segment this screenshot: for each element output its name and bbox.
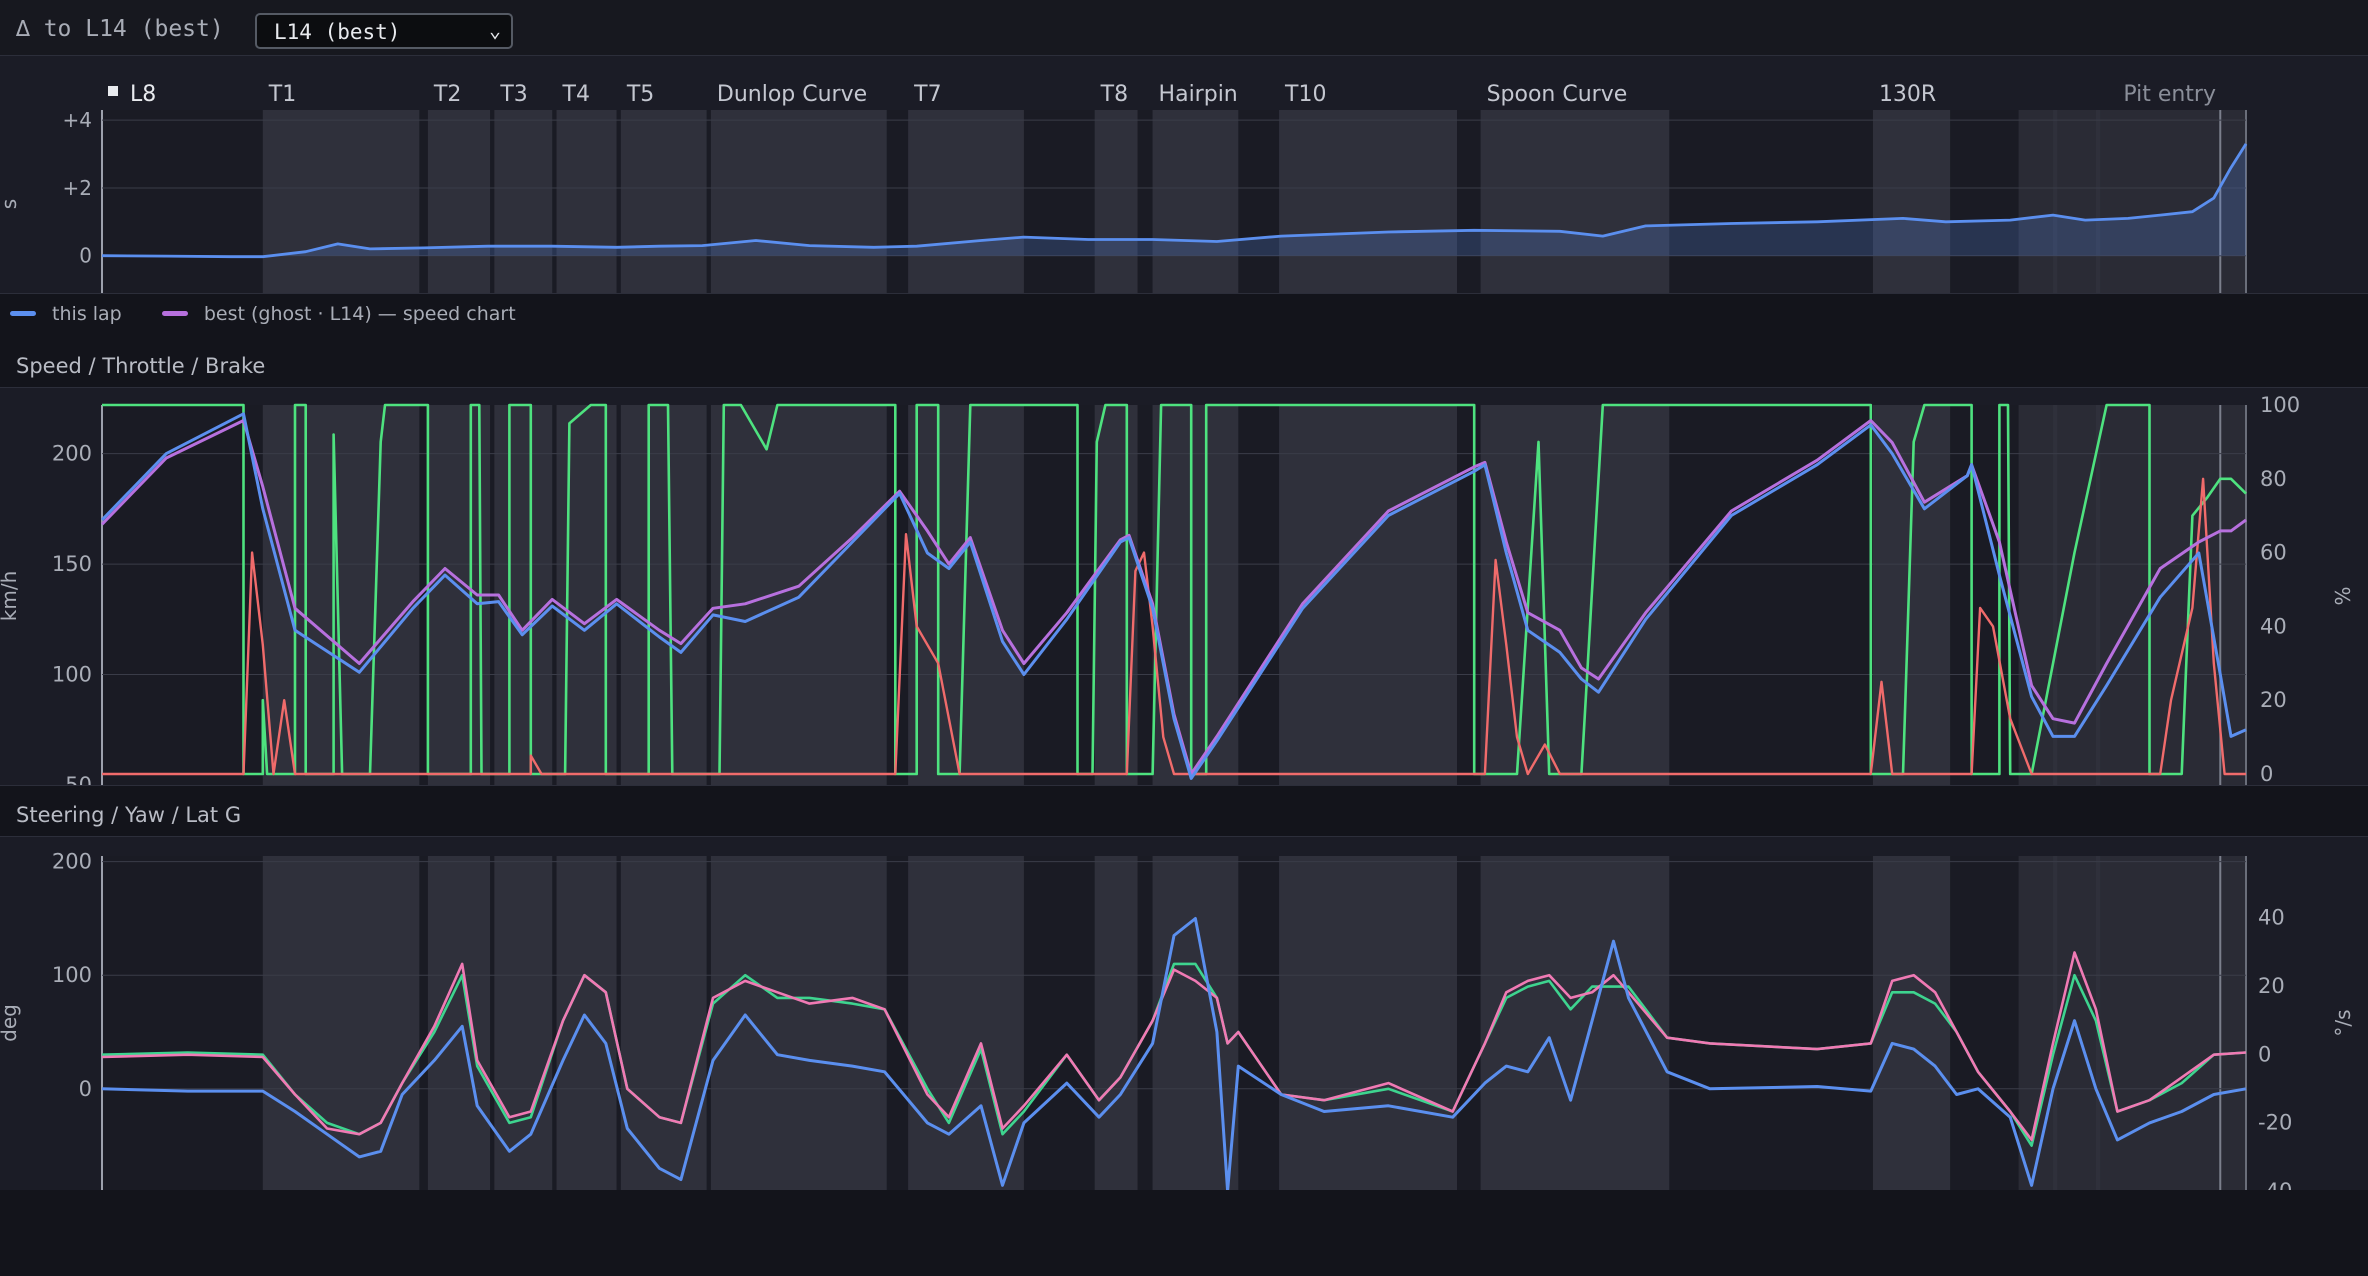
- pit-shade-1: [2057, 405, 2096, 785]
- sector-label-0: T1: [268, 82, 296, 107]
- sector-label-8: Hairpin: [1159, 82, 1238, 107]
- lap-marker: L8: [130, 82, 156, 107]
- legend-label-best: best (ghost · L14) — speed chart: [203, 302, 516, 325]
- delta-ylabel: s: [0, 199, 21, 209]
- sector-shade-5: [710, 856, 887, 1191]
- sector-shade-2: [494, 405, 553, 785]
- speed-ytick-right-0: 100: [2260, 393, 2300, 417]
- sector-shade-10: [1480, 405, 1670, 785]
- footer-area: [0, 1190, 2368, 1276]
- sector-shade-6: [908, 856, 1024, 1191]
- sector-shade-11: [1872, 110, 1951, 293]
- speed-chart[interactable]: 20015010050100806040200km/h%: [0, 388, 2368, 785]
- sector-shade-3: [556, 110, 617, 293]
- steer-ytick-right-1: 20: [2258, 974, 2285, 998]
- steer-ytick-right-3: -20: [2258, 1111, 2292, 1135]
- sector-label-6: T7: [913, 82, 941, 107]
- pit-shade-2: [2100, 856, 2246, 1191]
- sector-shade-10: [1480, 110, 1670, 293]
- sector-shade-11: [1872, 856, 1951, 1191]
- sector-shade-3: [556, 856, 617, 1191]
- toolbar: ∆ to L14 (best) L14 (best) ⌄: [0, 0, 2368, 55]
- speed-ytick-3: 50: [65, 773, 92, 785]
- sector-label-3: T4: [562, 82, 590, 107]
- speed-ytick-right-4: 20: [2260, 688, 2287, 712]
- speed-ytick-right-2: 60: [2260, 541, 2287, 565]
- steer-ytick-0: 200: [52, 850, 92, 874]
- steer-ytick-2: 0: [79, 1077, 92, 1101]
- lap-flag-icon: [108, 86, 118, 96]
- sector-shade-8: [1152, 110, 1239, 293]
- legend-swatch-this-lap: [10, 311, 36, 316]
- steer-chart[interactable]: 200100040200-20-40deg °/s: [0, 837, 2368, 1191]
- speed-ytick-right-1: 80: [2260, 467, 2287, 491]
- steer-ylabel: deg: [0, 1004, 21, 1042]
- sector-shade-2: [494, 110, 553, 293]
- pit-shade-2: [2100, 405, 2246, 785]
- legend-swatch-best: [161, 311, 188, 316]
- sector-shade-0: [262, 856, 420, 1191]
- legend: this lap best (ghost · L14) — speed char…: [10, 302, 516, 330]
- speed-chart-title: Speed / Throttle / Brake: [16, 354, 266, 378]
- delta-chart[interactable]: +4 +2 0 s T1 T2 T3 T4 T5 Dunlop Curve T7 T8 Hairpin T…: [0, 56, 2368, 293]
- sector-label-10: Spoon Curve: [1487, 82, 1628, 107]
- delta-panel: +4 +2 0 s T1 T2 T3 T4 T5 Dunlop Curve T7 T8 Hairpin T…: [0, 55, 2368, 294]
- steer-ytick-1: 100: [52, 963, 92, 987]
- sector-shade-7: [1094, 110, 1138, 293]
- speed-panel: 200 150 100 50 100 80 60 40 20 0 km/h%: [0, 387, 2368, 786]
- steer-panel: 200 100 0 40 20 0 -20 -40 deg °/s: [0, 836, 2368, 1192]
- sector-label-4: T5: [626, 82, 654, 107]
- sector-label-12: Pit entry: [2123, 82, 2216, 107]
- sector-shade-0: [262, 110, 420, 293]
- steer-ytick-right-2: 0: [2258, 1042, 2271, 1066]
- sector-shade-9: [1279, 110, 1458, 293]
- sector-shade-9: [1279, 856, 1458, 1191]
- sector-shade-4: [620, 856, 707, 1191]
- compare-lap-select[interactable]: L14 (best) ⌄: [255, 13, 513, 49]
- delta-ytick-0: +4: [63, 108, 92, 132]
- delta-ytick-1: +2: [63, 176, 92, 200]
- sector-label-11: 130R: [1879, 82, 1936, 107]
- sector-shade-6: [908, 110, 1024, 293]
- legend-label-this-lap: this lap: [52, 302, 122, 325]
- chevron-down-icon: ⌄: [488, 18, 501, 42]
- sector-shade-9: [1279, 405, 1458, 785]
- speed-ylabel: km/h: [0, 571, 21, 621]
- speed-ytick-0: 200: [52, 442, 92, 466]
- pit-shade-0: [2018, 110, 2054, 293]
- sector-shade-1: [427, 110, 491, 293]
- sector-shade-4: [620, 110, 707, 293]
- sector-shade-7: [1094, 856, 1138, 1191]
- sector-shade-5: [710, 110, 887, 293]
- pit-shade-1: [2057, 110, 2096, 293]
- delta-label: ∆ to L14 (best): [16, 16, 224, 42]
- speed-ytick-right-5: 0: [2260, 762, 2273, 785]
- sector-label-1: T2: [433, 82, 461, 107]
- sector-shade-11: [1872, 405, 1951, 785]
- delta-ytick-2: 0: [79, 244, 92, 268]
- sector-label-7: T8: [1100, 82, 1128, 107]
- steer-ylabel-right: °/s: [2331, 1009, 2355, 1036]
- compare-lap-value: L14 (best): [274, 20, 401, 44]
- speed-ytick-2: 100: [52, 663, 92, 687]
- sector-label-2: T3: [499, 82, 527, 107]
- steer-ytick-right-0: 40: [2258, 906, 2285, 930]
- speed-ytick-right-3: 40: [2260, 614, 2287, 638]
- pit-shade-0: [2018, 856, 2054, 1191]
- sector-shade-4: [620, 405, 707, 785]
- sector-label-9: T10: [1284, 82, 1326, 107]
- sector-shade-7: [1094, 405, 1138, 785]
- steer-chart-title: Steering / Yaw / Lat G: [16, 803, 242, 827]
- speed-ytick-1: 150: [52, 552, 92, 576]
- sector-shade-5: [710, 405, 887, 785]
- speed-ylabel-right: %: [2331, 586, 2355, 605]
- sector-label-5: Dunlop Curve: [717, 82, 867, 107]
